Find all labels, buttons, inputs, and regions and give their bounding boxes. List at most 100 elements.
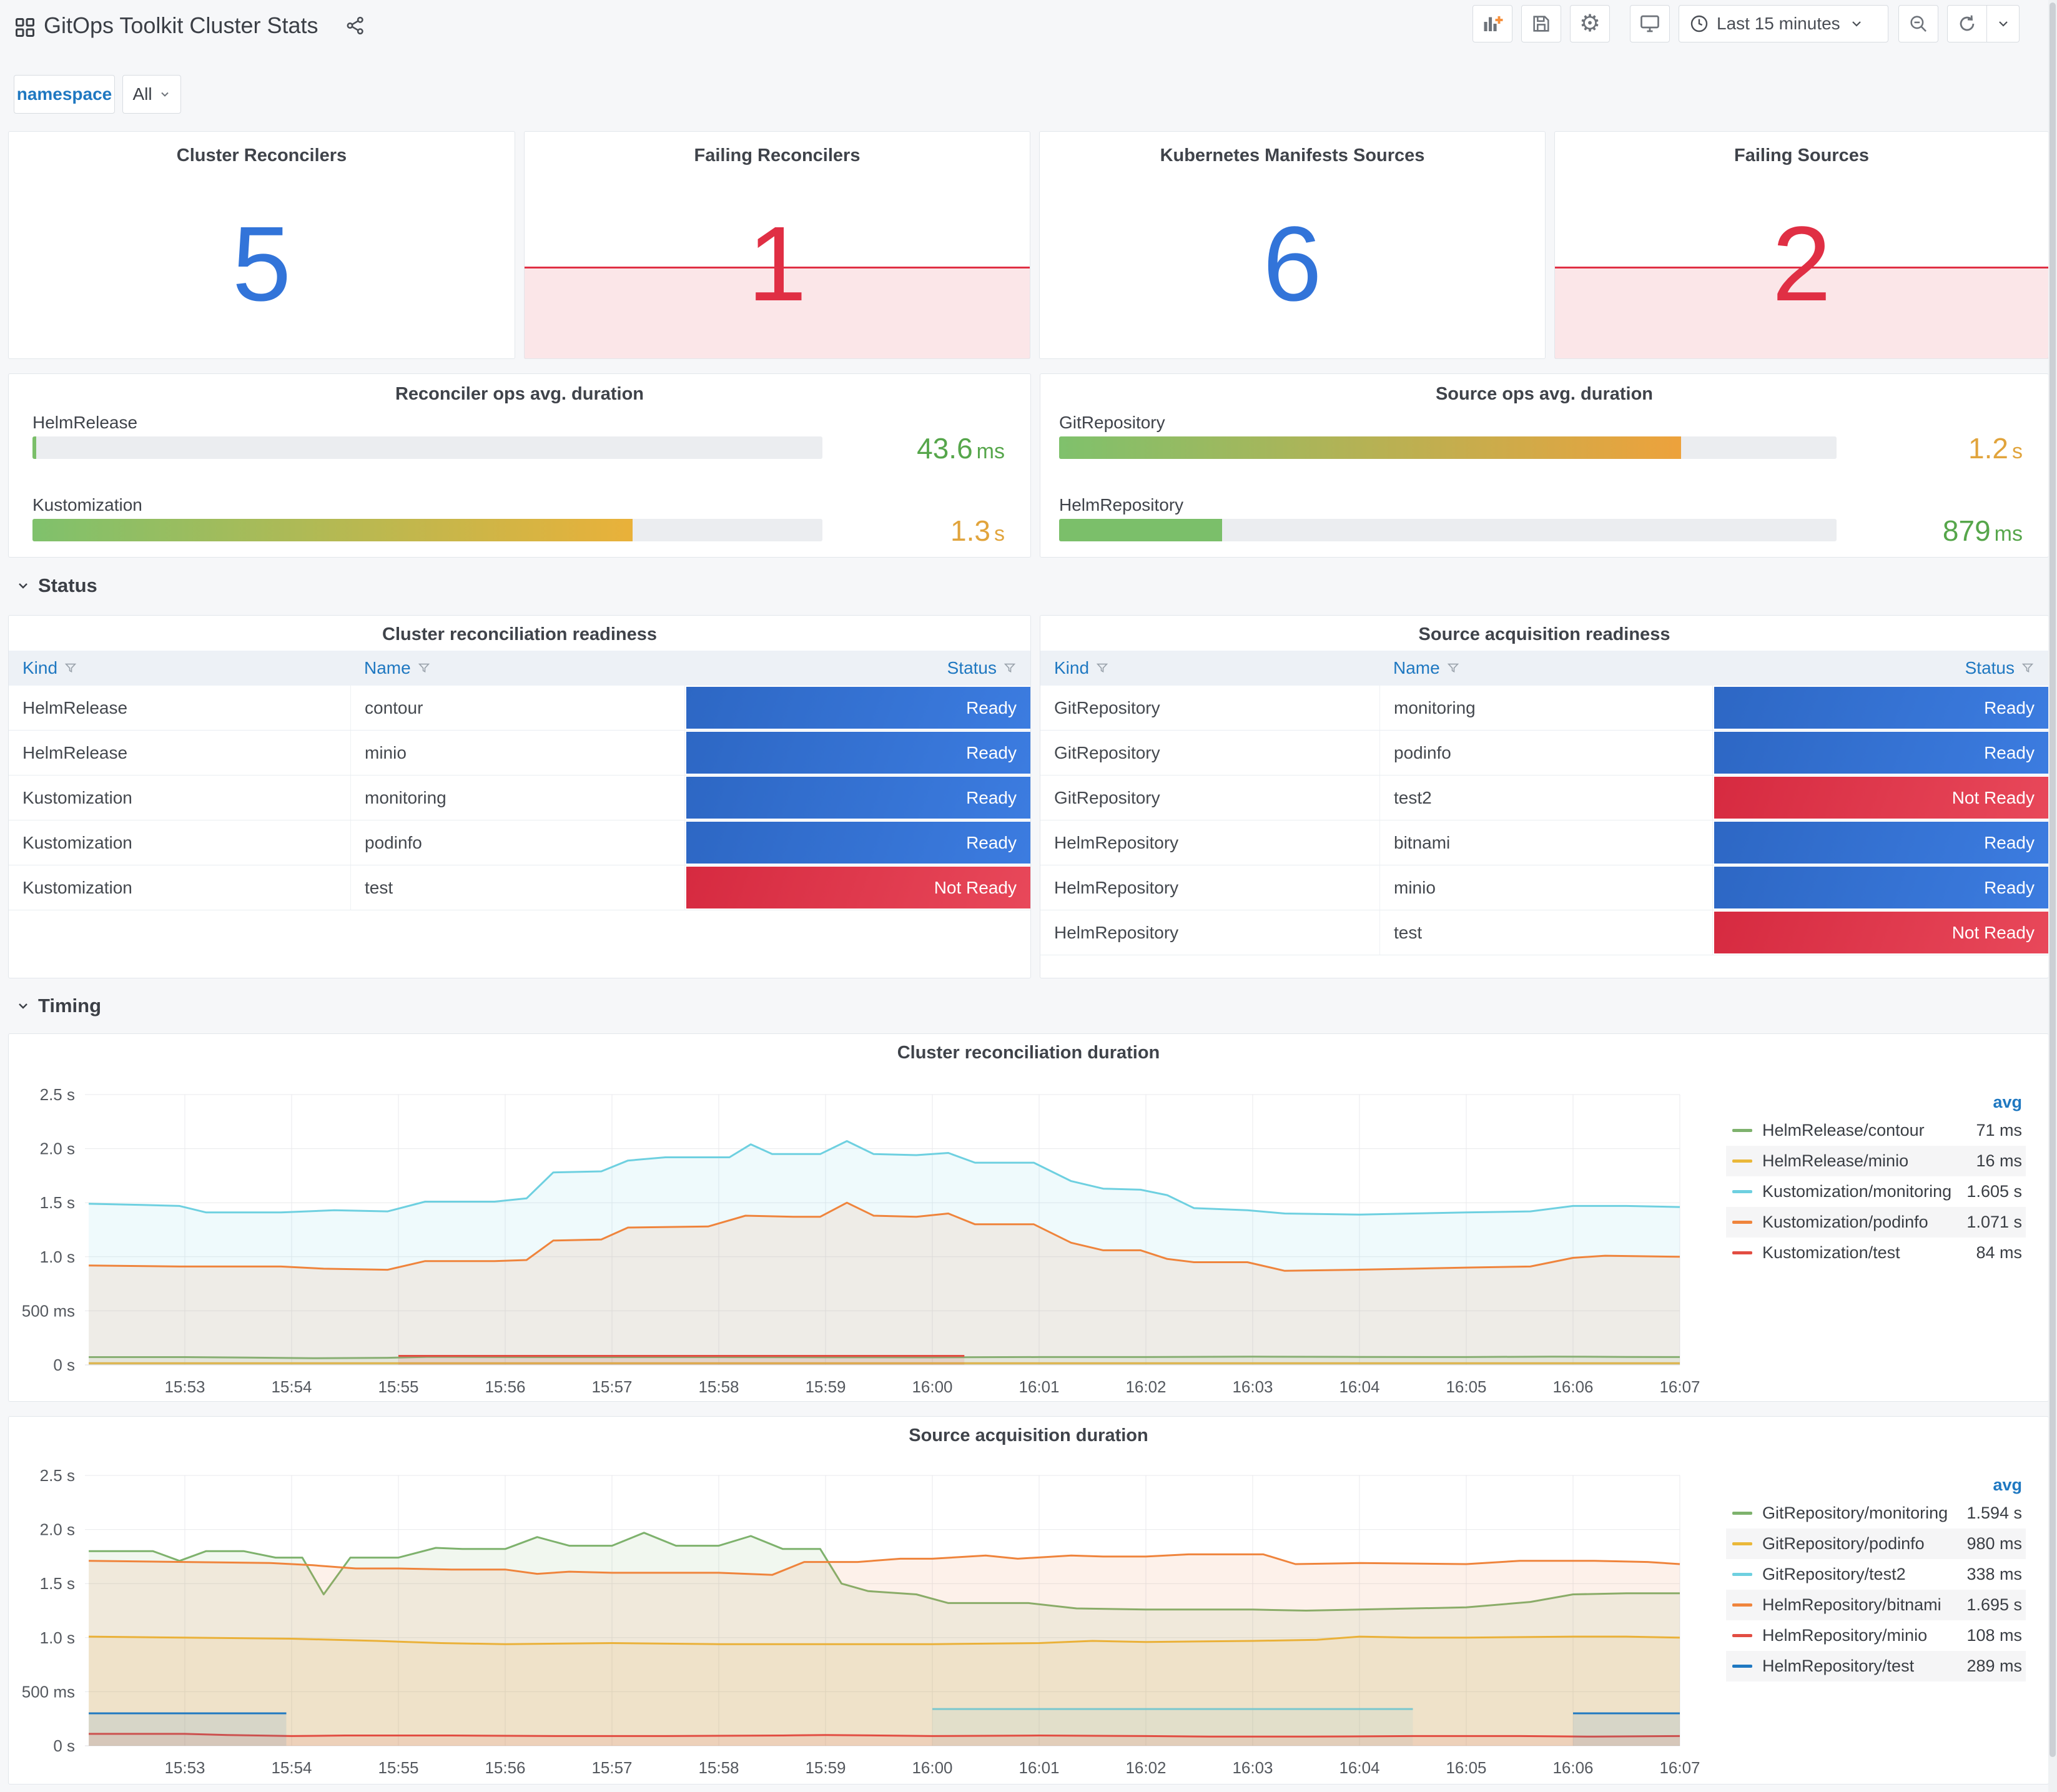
save-dashboard-button[interactable] [1521, 5, 1561, 42]
legend-item[interactable]: HelmRelease/minio 16 ms [1726, 1146, 2026, 1176]
cycle-view-mode-button[interactable] [1630, 5, 1670, 42]
cell-name: contour [350, 686, 684, 730]
series-color-swatch [1732, 1129, 1752, 1132]
cell-name: minio [1379, 865, 1712, 910]
legend-item[interactable]: Kustomization/test 84 ms [1726, 1238, 2026, 1268]
svg-text:16:00: 16:00 [912, 1377, 952, 1396]
svg-text:16:04: 16:04 [1339, 1758, 1379, 1777]
cell-kind: GitRepository [1054, 742, 1160, 762]
chart-legend: avg HelmRelease/contour 71 ms HelmRelease/m… [1726, 1089, 2026, 1268]
gauge-value: 1.2 s [1835, 431, 2023, 465]
table-row[interactable]: Kustomization monitoring Ready [9, 775, 1030, 820]
table-row[interactable]: Kustomization test Not Ready [9, 865, 1030, 910]
table-row[interactable]: HelmRepository test Not Ready [1040, 910, 2048, 955]
stat-panel-failing-reconcilers[interactable]: Failing Reconcilers 1 [524, 131, 1030, 359]
legend-item[interactable]: Kustomization/monitoring 1.605 s [1726, 1176, 2026, 1207]
stat-panel-cluster-reconcilers[interactable]: Cluster Reconcilers 5 [8, 131, 515, 359]
zoom-out-time-button[interactable] [1898, 5, 1938, 42]
column-header-name[interactable]: Name [1379, 651, 1712, 686]
column-header-status[interactable]: Status [1712, 651, 2048, 686]
grafana-dashboard: GitOps Toolkit Cluster Stats ⚙ Last 15 m… [0, 0, 2057, 1792]
series-name: HelmRepository/bitnami [1762, 1595, 1941, 1614]
variable-value-dropdown[interactable]: All [122, 75, 181, 114]
column-header-kind[interactable]: Kind [9, 651, 350, 686]
legend-item[interactable]: Kustomization/podinfo 1.071 s [1726, 1207, 2026, 1238]
page-scrollbar[interactable] [2048, 0, 2057, 1792]
filter-icon[interactable] [2021, 661, 2035, 675]
series-name: GitRepository/podinfo [1762, 1534, 1925, 1553]
legend-avg-header[interactable]: avg [1726, 1089, 2026, 1115]
column-header-name[interactable]: Name [350, 651, 684, 686]
stat-value: 1 [747, 204, 807, 323]
column-header-status[interactable]: Status [684, 651, 1030, 686]
filter-icon[interactable] [1003, 661, 1017, 675]
svg-text:2.5 s: 2.5 s [40, 1085, 75, 1104]
variable-value: All [132, 84, 152, 104]
dashboards-grid-icon[interactable] [14, 16, 36, 39]
filter-icon[interactable] [1446, 661, 1460, 675]
series-color-swatch [1732, 1512, 1752, 1515]
svg-text:15:59: 15:59 [805, 1758, 846, 1777]
legend-avg-header[interactable]: avg [1726, 1472, 2026, 1498]
svg-text:16:06: 16:06 [1552, 1758, 1593, 1777]
add-panel-button[interactable] [1472, 5, 1512, 42]
panel-title: Source acquisition duration [909, 1425, 1148, 1445]
scrollbar-thumb[interactable] [2050, 2, 2056, 1757]
cell-name: monitoring [1379, 686, 1712, 730]
stat-panel-failing-sources[interactable]: Failing Sources 2 [1554, 131, 2049, 359]
filter-icon[interactable] [417, 661, 431, 675]
stat-panel-kubernetes-manifests-sources[interactable]: Kubernetes Manifests Sources 6 [1039, 131, 1546, 359]
cell-name: monitoring [350, 775, 684, 820]
table-row[interactable]: GitRepository podinfo Ready [1040, 731, 2048, 775]
bargauge-panel-reconciler-ops[interactable]: Reconciler ops avg. duration HelmRelease… [8, 373, 1031, 558]
refresh-interval-dropdown[interactable] [1987, 5, 2020, 42]
legend-item[interactable]: GitRepository/test2 338 ms [1726, 1559, 2026, 1590]
panel-title: Kubernetes Manifests Sources [1160, 145, 1425, 165]
legend-item[interactable]: HelmRepository/test 289 ms [1726, 1651, 2026, 1681]
series-avg-value: 338 ms [1966, 1565, 2022, 1583]
legend-item[interactable]: HelmRepository/bitnami 1.695 s [1726, 1590, 2026, 1620]
column-header-kind[interactable]: Kind [1040, 651, 1379, 686]
gauge-value-unit: s [994, 522, 1005, 546]
legend-item[interactable]: HelmRepository/minio 108 ms [1726, 1620, 2026, 1651]
series-avg-value: 84 ms [1976, 1243, 2022, 1262]
series-avg-value: 1.594 s [1966, 1504, 2022, 1522]
table-row[interactable]: Kustomization podinfo Ready [9, 820, 1030, 865]
filter-icon[interactable] [1095, 661, 1109, 675]
cell-kind: Kustomization [22, 832, 132, 852]
series-color-swatch [1732, 1251, 1752, 1254]
legend-item[interactable]: GitRepository/monitoring 1.594 s [1726, 1498, 2026, 1529]
table-row[interactable]: HelmRepository minio Ready [1040, 865, 2048, 910]
dashboard-settings-button[interactable]: ⚙ [1570, 5, 1610, 42]
series-color-swatch [1732, 1603, 1752, 1607]
series-avg-value: 1.071 s [1966, 1213, 2022, 1231]
cell-status: Not Ready [684, 865, 1030, 910]
cell-kind: Kustomization [22, 787, 132, 807]
table-row[interactable]: HelmRelease minio Ready [9, 731, 1030, 775]
table-row[interactable]: HelmRelease contour Ready [9, 686, 1030, 731]
bargauge-panel-source-ops[interactable]: Source ops avg. duration GitRepository 1… [1040, 373, 2049, 558]
svg-text:16:01: 16:01 [1019, 1377, 1059, 1396]
section-label: Timing [38, 995, 102, 1017]
time-range-picker[interactable]: Last 15 minutes [1679, 5, 1888, 42]
filter-icon[interactable] [64, 661, 77, 675]
share-icon[interactable] [345, 15, 366, 36]
section-header-status[interactable]: Status [16, 574, 97, 597]
column-header-label: Name [1393, 658, 1440, 677]
section-header-timing[interactable]: Timing [16, 995, 101, 1017]
svg-text:16:04: 16:04 [1339, 1377, 1379, 1396]
timeseries-panel-cluster-reconciliation-duration[interactable]: Cluster reconciliation duration 15:53 15:… [8, 1033, 2049, 1402]
series-color-swatch [1732, 1573, 1752, 1576]
legend-item[interactable]: HelmRelease/contour 71 ms [1726, 1115, 2026, 1146]
table-row[interactable]: HelmRepository bitnami Ready [1040, 820, 2048, 865]
legend-item[interactable]: GitRepository/podinfo 980 ms [1726, 1529, 2026, 1559]
chevron-down-icon [1852, 21, 1861, 27]
cell-name: podinfo [350, 820, 684, 865]
timeseries-panel-source-acquisition-duration[interactable]: Source acquisition duration 15:53 15:54 15… [8, 1416, 2049, 1785]
table-row[interactable]: GitRepository test2 Not Ready [1040, 775, 2048, 820]
refresh-button[interactable] [1947, 5, 1987, 42]
variable-label-namespace[interactable]: namespace [14, 75, 115, 114]
svg-text:16:02: 16:02 [1125, 1758, 1166, 1777]
table-header: Kind Name Status [1040, 651, 2048, 686]
table-row[interactable]: GitRepository monitoring Ready [1040, 686, 2048, 731]
